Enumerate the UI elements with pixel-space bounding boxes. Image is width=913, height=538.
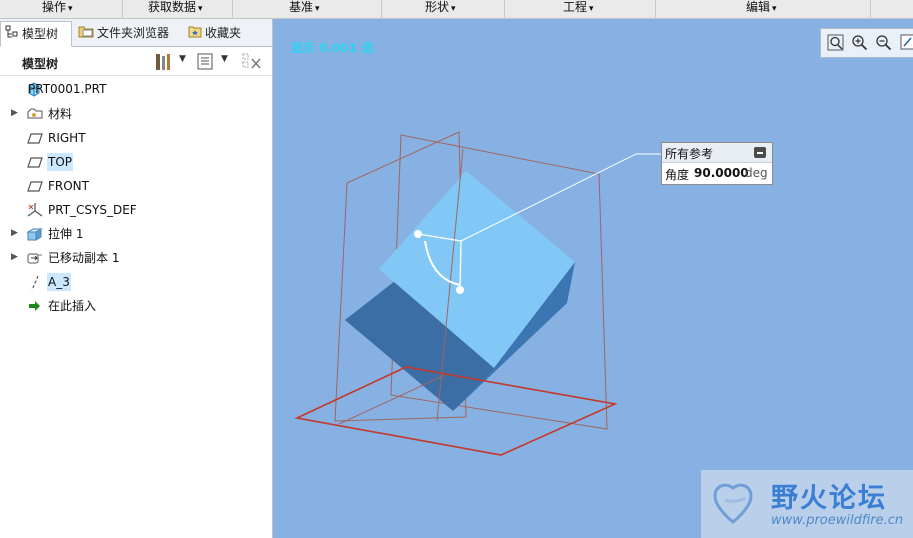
callout-title: 所有参考 bbox=[665, 147, 714, 161]
tree-item-part[interactable]: PRT0001.PRT bbox=[0, 78, 272, 100]
tab-model-tree[interactable]: 模型树 bbox=[0, 21, 72, 47]
model-tree-icon bbox=[5, 23, 19, 47]
expand-arrow-icon[interactable]: ▶ bbox=[11, 108, 18, 118]
tab-label: 收藏夹 bbox=[205, 26, 242, 40]
tree-item-label: PRT0001.PRT bbox=[28, 82, 107, 96]
tree-item-axis-a3[interactable]: A_3 bbox=[0, 271, 272, 293]
menu-separator bbox=[870, 0, 871, 18]
tree-item-label: 在此插入 bbox=[48, 299, 97, 313]
datum-plane-icon bbox=[26, 154, 43, 170]
extrude-icon bbox=[26, 226, 43, 242]
tree-item-extrude[interactable]: ▶ 拉伸 1 bbox=[0, 223, 272, 245]
watermark-text: 野火论坛 bbox=[771, 483, 887, 514]
tree-item-label: A_3 bbox=[47, 273, 71, 291]
chevron-down-icon[interactable]: ▼ bbox=[179, 54, 186, 64]
menu-separator bbox=[504, 0, 505, 18]
menu-operations[interactable]: 操作 bbox=[42, 0, 73, 18]
tree-toolbar: 模型树 ▼ ▼ bbox=[0, 47, 272, 76]
watermark-logo-icon bbox=[713, 483, 753, 524]
datum-axis-icon bbox=[26, 274, 43, 291]
tree-item-label: 拉伸 1 bbox=[48, 227, 84, 241]
tree-item-material[interactable]: ▶ 材料 bbox=[0, 103, 272, 125]
angle-value-field[interactable]: 90.0000 bbox=[694, 166, 749, 180]
expand-arrow-icon[interactable]: ▶ bbox=[11, 252, 18, 262]
tree-filter-icon[interactable] bbox=[241, 52, 263, 75]
tree-item-right-plane[interactable]: RIGHT bbox=[0, 127, 272, 149]
datum-plane-icon bbox=[26, 130, 43, 146]
tree-item-front-plane[interactable]: FRONT bbox=[0, 175, 272, 197]
favorites-icon bbox=[188, 22, 202, 46]
angle-drag-handle[interactable] bbox=[456, 286, 464, 294]
menu-separator bbox=[122, 0, 123, 18]
tree-item-moved-copy[interactable]: ▶ 已移动副本 1 bbox=[0, 247, 272, 269]
tab-folder-browser[interactable]: 文件夹浏览器 bbox=[74, 21, 180, 45]
tree-header-label: 模型树 bbox=[22, 57, 59, 71]
menu-bar: 操作 获取数据 基准 形状 工程 编辑 bbox=[0, 0, 913, 19]
tree-item-label: FRONT bbox=[48, 179, 89, 193]
plane-edge-line bbox=[338, 374, 446, 425]
tree-settings-icon[interactable] bbox=[153, 52, 173, 75]
menu-shapes[interactable]: 形状 bbox=[425, 0, 456, 18]
insert-here-arrow-icon bbox=[26, 298, 43, 314]
folder-browser-icon bbox=[78, 22, 94, 46]
chevron-down-icon[interactable]: ▼ bbox=[221, 54, 228, 64]
angle-label: 角度 bbox=[665, 168, 690, 182]
tree-item-label: PRT_CSYS_DEF bbox=[48, 203, 137, 217]
menu-separator bbox=[381, 0, 382, 18]
navigator-panel: 模型树 文件夹浏览器 收藏夹 模型树 ▼ ▼ PRT0001.PRT ▶ 材料 … bbox=[0, 19, 273, 538]
tab-label: 模型树 bbox=[22, 27, 59, 41]
tab-label: 文件夹浏览器 bbox=[97, 26, 170, 40]
tree-item-top-plane[interactable]: TOP bbox=[0, 151, 272, 173]
model-graphics bbox=[294, 131, 661, 456]
navigator-tabs: 模型树 文件夹浏览器 收藏夹 bbox=[0, 19, 272, 47]
graphics-viewport[interactable]: 显示 0.001 选 所有参考 角度 90.0000 deg 野火论坛 www.… bbox=[273, 19, 913, 538]
expand-arrow-icon[interactable]: ▶ bbox=[11, 228, 18, 238]
collapse-icon[interactable] bbox=[754, 147, 766, 158]
tree-item-label: RIGHT bbox=[48, 131, 86, 145]
tree-item-insert-here[interactable]: 在此插入 bbox=[0, 295, 272, 317]
menu-edit[interactable]: 编辑 bbox=[746, 0, 777, 18]
angle-unit: deg bbox=[745, 166, 768, 180]
menu-separator bbox=[232, 0, 233, 18]
tree-item-label: 材料 bbox=[48, 107, 73, 121]
datum-plane-icon bbox=[26, 178, 43, 194]
menu-engineering[interactable]: 工程 bbox=[563, 0, 594, 18]
menu-datum[interactable]: 基准 bbox=[289, 0, 320, 18]
menu-separator bbox=[655, 0, 656, 18]
coordinate-system-icon bbox=[26, 202, 43, 218]
watermark-url: www.proewildfire.cn bbox=[771, 513, 904, 528]
tab-favorites[interactable]: 收藏夹 bbox=[184, 21, 256, 45]
material-icon bbox=[26, 106, 43, 122]
watermark: 野火论坛 www.proewildfire.cn bbox=[701, 470, 913, 538]
show-list-icon[interactable] bbox=[196, 52, 214, 73]
angle-drag-handle[interactable] bbox=[414, 230, 422, 238]
tree-item-label: TOP bbox=[47, 153, 74, 171]
menu-get-data[interactable]: 获取数据 bbox=[148, 0, 203, 18]
moved-copy-icon bbox=[26, 250, 43, 266]
callout-header: 所有参考 bbox=[662, 143, 772, 163]
tree-item-label: 已移动副本 1 bbox=[48, 251, 120, 265]
angle-callout[interactable]: 所有参考 角度 90.0000 deg bbox=[661, 142, 773, 185]
tree-item-csys[interactable]: PRT_CSYS_DEF bbox=[0, 199, 272, 221]
